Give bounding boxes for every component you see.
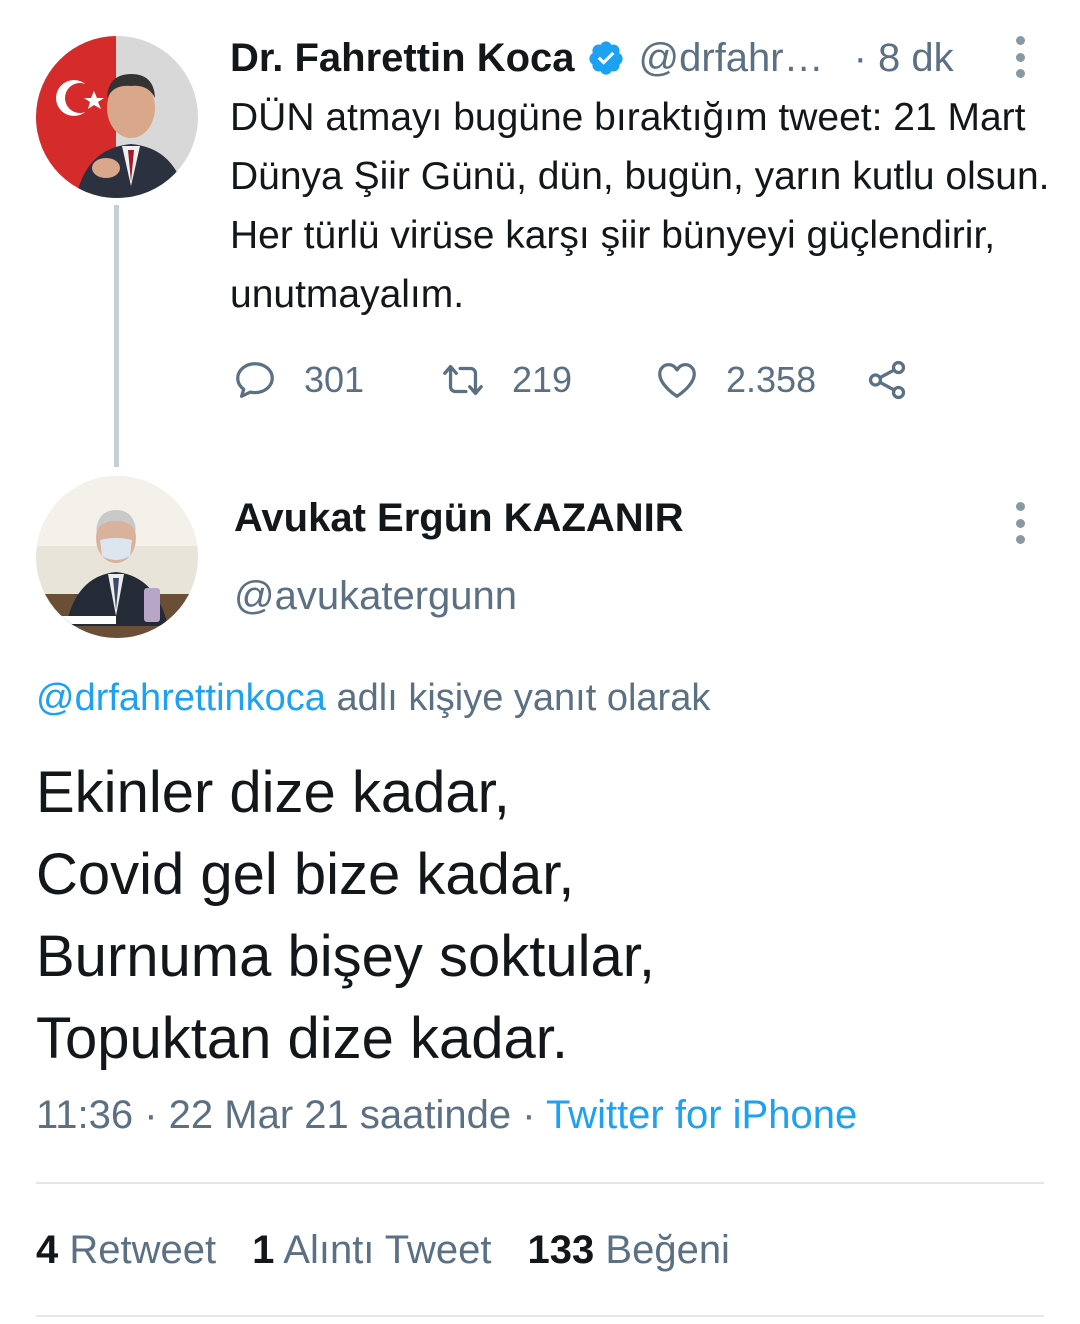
author-name[interactable]: Avukat Ergün KAZANIR	[234, 496, 684, 541]
quotes-stat[interactable]: 1 Alıntı Tweet	[252, 1228, 491, 1273]
like-total: 133	[527, 1228, 595, 1272]
reply-button[interactable]: 301	[232, 350, 364, 410]
replying-to-link[interactable]: @drfahrettinkoca	[36, 677, 326, 719]
poem-line: Topuktan dize kadar.	[36, 1006, 569, 1071]
likes-stat[interactable]: 133 Beğeni	[528, 1228, 730, 1273]
poem-line: Covid gel bize kadar,	[36, 842, 575, 907]
tweet-actions: 301 219 2.358	[232, 350, 952, 410]
like-icon	[658, 363, 696, 398]
tweet-timestamp[interactable]: 11:36 · 22 Mar 21 saatinde ·	[36, 1093, 546, 1137]
replying-to: @drfahrettinkoca adlı kişiye yanıt olara…	[36, 677, 710, 720]
share-button[interactable]	[864, 350, 910, 410]
retweets-stat[interactable]: 4 Retweet	[36, 1228, 216, 1273]
avatar-image	[36, 36, 198, 198]
thread-line	[114, 205, 119, 467]
retweet-button[interactable]: 219	[440, 350, 572, 410]
share-icon	[868, 360, 906, 400]
avatar[interactable]	[36, 36, 198, 198]
verified-badge-icon	[588, 41, 623, 75]
author-handle[interactable]: @avukatergunn	[234, 574, 517, 619]
like-label: Beğeni	[594, 1228, 730, 1272]
reply-tweet: Avukat Ergün KAZANIR @avukatergunn @drfa…	[0, 470, 1080, 1324]
retweet-icon	[443, 364, 483, 396]
tweet-time[interactable]: · 8 dk	[854, 36, 954, 81]
divider	[36, 1182, 1044, 1184]
avatar[interactable]	[36, 476, 198, 638]
reply-count: 301	[304, 359, 365, 400]
retweet-label: Retweet	[58, 1228, 217, 1272]
reply-icon	[236, 362, 274, 398]
author-name[interactable]: Dr. Fahrettin Koca	[230, 36, 575, 81]
more-icon[interactable]	[1013, 502, 1027, 544]
poem-line: Ekinler dize kadar,	[36, 760, 510, 825]
avatar-image	[36, 476, 198, 638]
tweet-source-link[interactable]: Twitter for iPhone	[546, 1093, 857, 1137]
like-button[interactable]: 2.358	[654, 350, 816, 410]
quote-label: Alıntı Tweet	[274, 1228, 492, 1272]
poem-line: Burnuma bişey soktular,	[36, 924, 655, 989]
tweet-header: Dr. Fahrettin Koca @drfahr… · 8 dk	[230, 30, 1040, 86]
parent-tweet[interactable]: Dr. Fahrettin Koca @drfahr… · 8 dk DÜN a…	[0, 0, 1080, 470]
quote-total: 1	[252, 1228, 275, 1272]
retweet-total: 4	[36, 1228, 59, 1272]
like-count: 2.358	[726, 359, 817, 400]
more-icon[interactable]	[1013, 36, 1027, 78]
tweet-meta: 11:36 · 22 Mar 21 saatinde · Twitter for…	[36, 1093, 857, 1138]
divider	[36, 1315, 1044, 1317]
tweet-text: Ekinler dize kadar, Covid gel bize kadar…	[36, 752, 1046, 1080]
replying-to-label: adlı kişiye yanıt olarak	[325, 677, 711, 719]
retweet-count: 219	[512, 359, 573, 400]
tweet-text: DÜN atmayı bugüne bıraktığım tweet: 21 M…	[230, 96, 1050, 316]
tweet-stats: 4 Retweet 1 Alıntı Tweet 133 Beğeni	[36, 1228, 766, 1273]
author-handle[interactable]: @drfahr…	[639, 36, 824, 81]
